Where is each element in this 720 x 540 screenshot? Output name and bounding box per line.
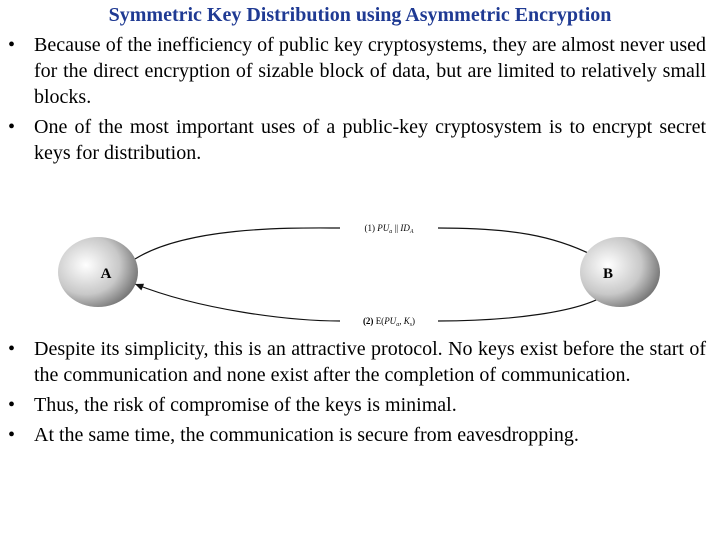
bullet-icon: • bbox=[8, 338, 16, 360]
node-a bbox=[58, 237, 138, 307]
bullet-icon: • bbox=[8, 116, 16, 138]
node-b-label: B bbox=[603, 266, 613, 282]
slide-title: Symmetric Key Distribution using Asymmet… bbox=[108, 4, 612, 26]
bullet-item: • Because of the inefficiency of public k… bbox=[8, 34, 706, 108]
message-2-label: (2) E(PUa, Ks) bbox=[363, 316, 415, 328]
bullet-list-top: • Because of the inefficiency of public k… bbox=[0, 32, 720, 170]
bullet-icon: • bbox=[8, 394, 16, 416]
bullet-item: • Despite its simplicity, this is an attr… bbox=[8, 338, 706, 386]
key-distribution-diagram: A B (1) PUa || IDA (2) E(PUa, Ks) bbox=[40, 200, 680, 340]
node-b bbox=[580, 237, 660, 307]
bullet-icon: • bbox=[8, 424, 16, 446]
node-a-label: A bbox=[101, 266, 112, 282]
bullet-item: • One of the most important uses of a pub… bbox=[8, 116, 706, 164]
bullet-icon: • bbox=[8, 34, 16, 56]
bullet-item: • At the same time, the communication is … bbox=[8, 424, 579, 446]
bullet-item: • Thus, the risk of compromise of the key… bbox=[8, 394, 457, 416]
message-1-label: (1) PUa || IDA bbox=[364, 223, 413, 235]
bullet-list-bottom: • Despite its simplicity, this is an attr… bbox=[0, 336, 720, 452]
